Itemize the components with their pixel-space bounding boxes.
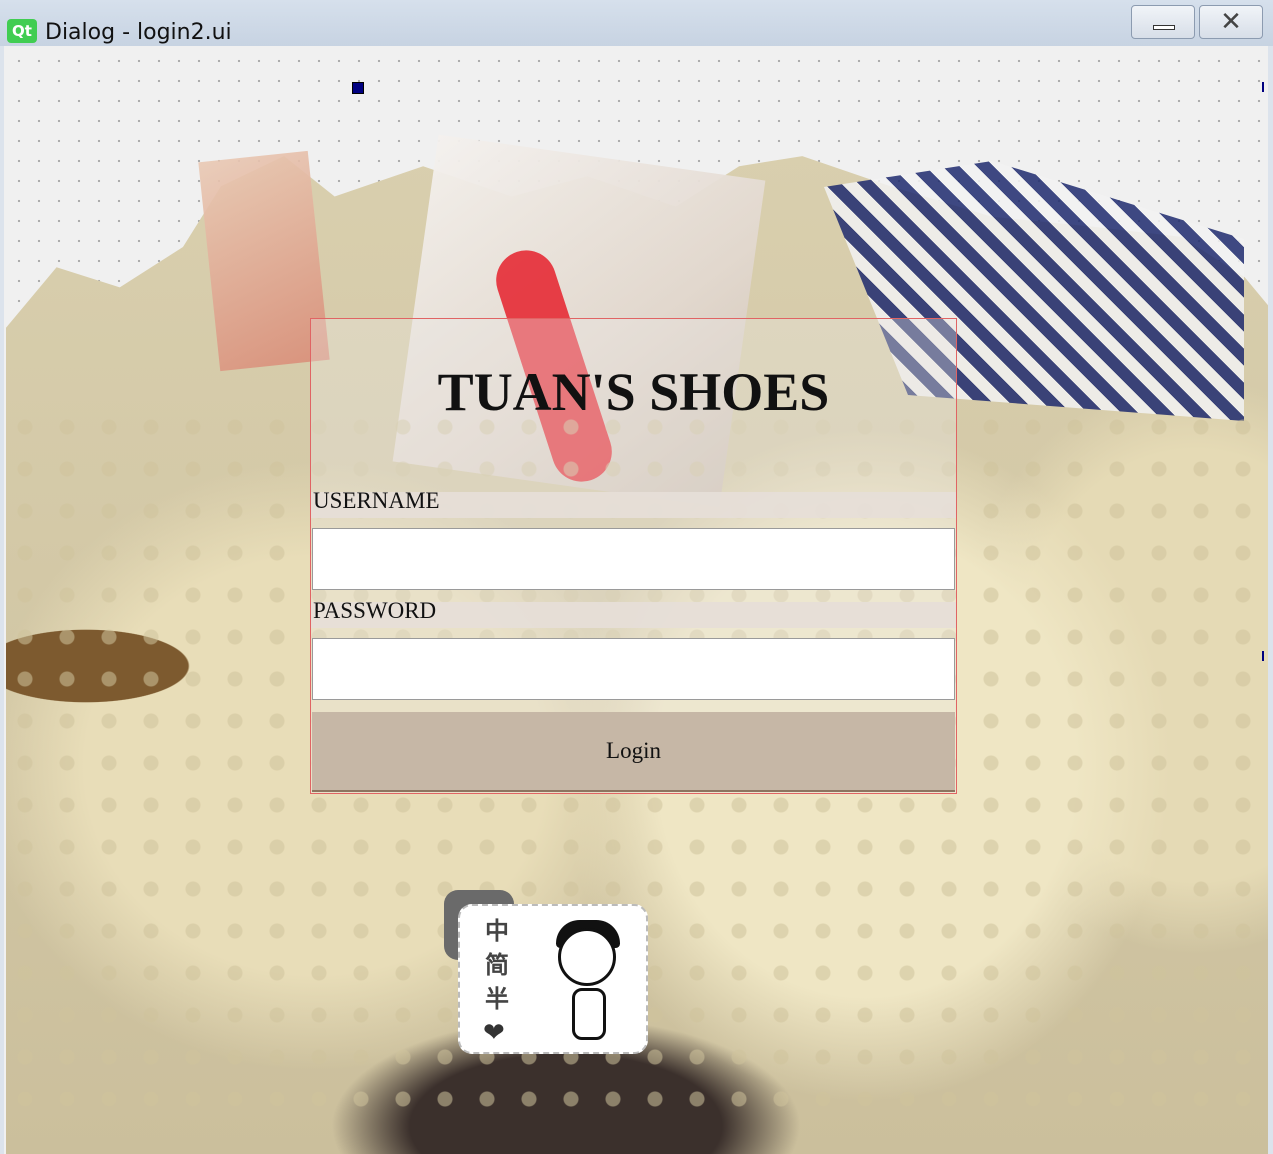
cartoon-face — [558, 928, 616, 986]
window-titlebar: Qt Dialog - login2.ui ✕ — [0, 0, 1273, 46]
selection-handle[interactable] — [1262, 651, 1264, 661]
sticker-text: 中 简 半 — [482, 914, 512, 1016]
selection-handle[interactable] — [352, 82, 364, 94]
password-input[interactable] — [312, 638, 955, 700]
sticker-char: 半 — [485, 985, 509, 1013]
sticker-char: 中 — [485, 917, 509, 945]
password-label: PASSWORD — [311, 599, 956, 628]
close-icon: ✕ — [1220, 7, 1242, 37]
selection-handle[interactable] — [1262, 82, 1264, 92]
cartoon-body — [572, 988, 606, 1040]
sticker-image: 中 简 半 ❤ — [458, 904, 648, 1054]
heart-icon: ❤ — [483, 1018, 505, 1048]
minimize-icon — [1153, 25, 1175, 30]
login-panel: TUAN'S SHOES USERNAME PASSWORD Login — [310, 318, 957, 794]
login-button[interactable]: Login — [312, 712, 955, 792]
form-canvas: TUAN'S SHOES USERNAME PASSWORD Login 中 简… — [4, 46, 1268, 1154]
close-button[interactable]: ✕ — [1199, 5, 1263, 39]
window-title: Dialog - login2.ui — [45, 20, 232, 45]
minimize-button[interactable] — [1131, 5, 1195, 39]
qt-logo-icon: Qt — [7, 19, 37, 43]
username-label: USERNAME — [311, 489, 956, 518]
brand-title: TUAN'S SHOES — [437, 362, 830, 422]
username-input[interactable] — [312, 528, 955, 590]
sticker-char: 简 — [485, 951, 509, 979]
